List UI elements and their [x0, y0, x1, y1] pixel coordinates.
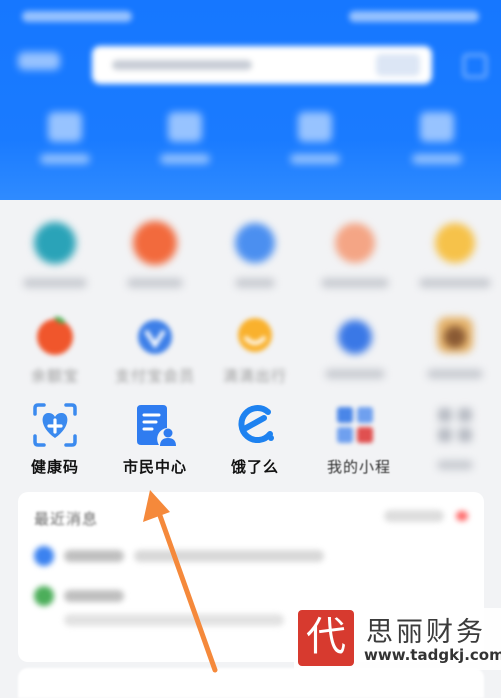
blue-dot-icon — [338, 320, 372, 354]
top-shortcuts — [0, 108, 501, 178]
grid-item-row1-5[interactable] — [405, 212, 501, 296]
blue-circle-icon — [235, 223, 275, 263]
status-bar — [22, 8, 479, 26]
more-grid-icon — [438, 408, 472, 442]
seal-stamp: 代 — [298, 610, 354, 666]
grid-item-row1-1[interactable] — [5, 212, 105, 296]
grid-label: 滴滴出行 — [222, 367, 287, 385]
city-selector[interactable] — [18, 52, 60, 70]
shortcut-scan[interactable] — [20, 108, 110, 178]
add-icon[interactable] — [463, 54, 487, 78]
grid-item-health-code[interactable]: 健康码 — [5, 394, 105, 478]
grid-label: 健康码 — [30, 458, 79, 476]
watermark-name: 思丽财务 — [366, 617, 486, 648]
member-badge-icon — [138, 320, 172, 354]
eleme-icon — [238, 405, 274, 444]
grid-item-citizen-center[interactable]: 市民中心 — [105, 394, 205, 478]
health-code-icon — [33, 403, 77, 447]
grid-item-row2-4[interactable] — [305, 303, 405, 387]
teal-circle-icon — [34, 222, 76, 264]
grid-label: 余额宝 — [30, 367, 79, 385]
didi-icon — [238, 318, 272, 352]
watermark: 代 思丽财务 www.tadgkj.com — [294, 608, 501, 670]
message-icon — [34, 586, 54, 606]
shortcut-pay[interactable] — [140, 108, 230, 178]
watermark-url: www.tadgkj.com — [364, 646, 501, 664]
grid-item-row1-3[interactable] — [205, 212, 305, 296]
grid-item-row1-4[interactable] — [305, 212, 405, 296]
orange-fruit-icon — [37, 316, 73, 355]
grid-label: 市民中心 — [122, 458, 187, 476]
animal-face-icon — [437, 317, 473, 353]
grid-item-mini-program[interactable]: 我的小程 — [305, 394, 405, 478]
grid-label: 我的小程 — [326, 458, 391, 476]
unread-count-badge[interactable] — [384, 510, 468, 522]
next-card — [18, 668, 484, 698]
citizen-center-icon — [137, 405, 176, 446]
shortcut-travel[interactable] — [270, 108, 360, 178]
grid-label: 支付宝会员 — [114, 367, 195, 385]
grid-label: 饿了么 — [230, 458, 279, 476]
orange-circle-icon — [133, 221, 177, 265]
grid-item-row2-5[interactable] — [405, 303, 501, 387]
search-bar[interactable] — [92, 46, 432, 84]
mini-program-icon — [337, 407, 373, 443]
yellow-circle-icon — [435, 223, 475, 263]
grid-item-didi[interactable]: 滴滴出行 — [205, 303, 305, 387]
app-header — [0, 0, 501, 200]
shortcut-cards[interactable] — [392, 108, 482, 178]
grid-item-member[interactable]: 支付宝会员 — [105, 303, 205, 387]
message-icon — [34, 546, 54, 566]
peach-circle-icon — [335, 223, 375, 263]
grid-item-more[interactable] — [405, 394, 501, 478]
grid-item-yuebao[interactable]: 余额宝 — [5, 303, 105, 387]
grid-item-row1-2[interactable] — [105, 212, 205, 296]
grid-item-eleme[interactable]: 饿了么 — [205, 394, 305, 478]
card-title: 最近消息 — [34, 510, 99, 528]
